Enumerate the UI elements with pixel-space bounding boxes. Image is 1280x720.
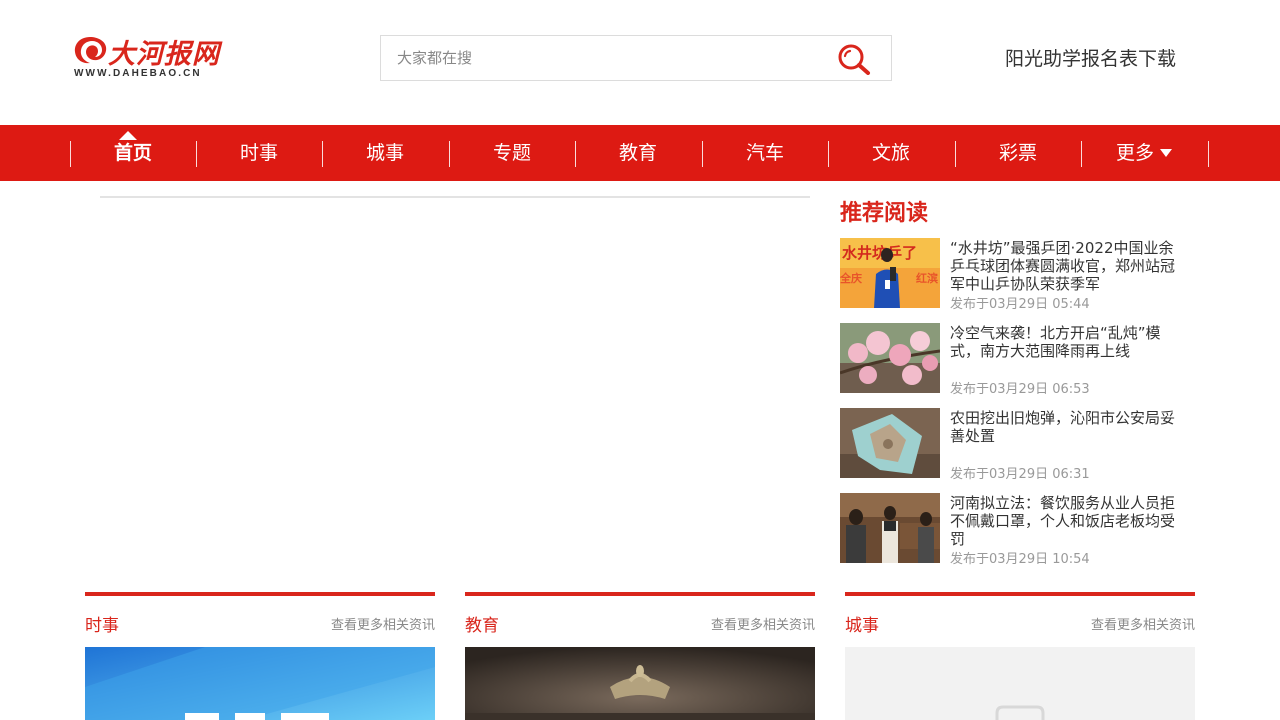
active-nav-indicator — [119, 131, 137, 140]
table-tennis-photo: 水井坊乒了 全庆 红滨 — [840, 238, 940, 308]
svg-text:全庆: 全庆 — [840, 271, 862, 285]
section-city: 城事 查看更多相关资讯 — [845, 592, 1195, 720]
section-top-bar — [845, 592, 1195, 596]
recommend-title: 推荐阅读 — [840, 201, 929, 226]
section-more-link[interactable]: 查看更多相关资讯 — [1091, 614, 1195, 633]
section-education: 教育 查看更多相关资讯 — [465, 592, 815, 720]
nav-item-culture-travel[interactable]: 文旅 — [828, 125, 954, 181]
nav-item-education[interactable]: 教育 — [575, 125, 701, 181]
content-divider — [100, 196, 810, 198]
section-lead-image[interactable] — [845, 647, 1195, 720]
recommend-item-title[interactable]: 河南拟立法：餐饮服务从业人员拒不佩戴口罩，个人和饭店老板均受罚 — [950, 494, 1182, 548]
nav-separator — [1208, 141, 1209, 167]
restaurant-staff-photo — [840, 493, 940, 563]
section-title[interactable]: 城事 — [845, 611, 879, 636]
recommend-thumbnail[interactable] — [840, 323, 940, 393]
old-shell-photo — [840, 408, 940, 478]
recommend-item-date: 发布于03月29日 06:53 — [950, 382, 1090, 397]
section-top-bar — [465, 592, 815, 596]
site-logo[interactable]: 大河报网 WWW.DAHEBAO.CN — [72, 34, 222, 82]
recommend-thumbnail[interactable] — [840, 408, 940, 478]
search-box — [380, 35, 892, 81]
svg-text:水井坊乒了: 水井坊乒了 — [842, 244, 917, 262]
main-nav: 首页 时事 城事 专题 教育 汽车 文旅 彩票 更多 — [0, 125, 1280, 181]
recommend-item[interactable]: 河南拟立法：餐饮服务从业人员拒不佩戴口罩，个人和饭店老板均受罚 发布于03月29… — [840, 493, 1185, 567]
image-placeholder — [845, 647, 1195, 720]
nav-item-topics[interactable]: 专题 — [449, 125, 575, 181]
caret-down-icon — [1160, 149, 1172, 157]
recommend-item-title[interactable]: 农田挖出旧炮弹，沁阳市公安局妥善处置 — [950, 409, 1182, 445]
recommend-thumbnail[interactable]: 水井坊乒了 全庆 红滨 — [840, 238, 940, 308]
section-top-bar — [85, 592, 435, 596]
current-affairs-photo — [85, 647, 435, 720]
cherry-blossom-photo — [840, 323, 940, 393]
recommend-item-date: 发布于03月29日 05:44 — [950, 297, 1090, 312]
section-lead-image[interactable] — [465, 647, 815, 720]
search-icon[interactable] — [837, 43, 871, 75]
nav-more-label: 更多 — [1115, 142, 1154, 164]
logo-emblem-icon — [74, 37, 107, 64]
education-photo — [465, 647, 815, 720]
recommend-item[interactable]: 水井坊乒了 全庆 红滨 “水井坊”最强乒团·2022中国业余乒乓球团体赛圆满收官… — [840, 238, 1185, 312]
recommend-item-title[interactable]: “水井坊”最强乒团·2022中国业余乒乓球团体赛圆满收官，郑州站冠军中山乒协队荣… — [950, 239, 1182, 293]
logo-text: 大河报网 — [108, 39, 220, 70]
section-current-affairs: 时事 查看更多相关资讯 — [85, 592, 435, 720]
recommend-thumbnail[interactable] — [840, 493, 940, 563]
section-more-link[interactable]: 查看更多相关资讯 — [331, 614, 435, 633]
svg-text:红滨: 红滨 — [916, 271, 938, 285]
nav-item-current-affairs[interactable]: 时事 — [196, 125, 322, 181]
section-lead-image[interactable] — [85, 647, 435, 720]
nav-item-lottery[interactable]: 彩票 — [955, 125, 1081, 181]
nav-item-more[interactable]: 更多 — [1081, 125, 1207, 181]
nav-item-auto[interactable]: 汽车 — [702, 125, 828, 181]
recommend-item-date: 发布于03月29日 10:54 — [950, 552, 1090, 567]
section-more-link[interactable]: 查看更多相关资讯 — [711, 614, 815, 633]
site-header: 大河报网 WWW.DAHEBAO.CN 阳光助学报名表下载 — [0, 0, 1280, 125]
logo-url: WWW.DAHEBAO.CN — [74, 68, 202, 79]
nav-item-city[interactable]: 城事 — [322, 125, 448, 181]
search-input[interactable] — [381, 36, 821, 80]
sunshine-aid-download-link[interactable]: 阳光助学报名表下载 — [1005, 44, 1176, 71]
recommend-item[interactable]: 农田挖出旧炮弹，沁阳市公安局妥善处置 发布于03月29日 06:31 — [840, 408, 1185, 482]
recommend-item-title[interactable]: 冷空气来袭！北方开启“乱炖”模式，南方大范围降雨再上线 — [950, 324, 1182, 360]
recommend-item[interactable]: 冷空气来袭！北方开启“乱炖”模式，南方大范围降雨再上线 发布于03月29日 06… — [840, 323, 1185, 397]
section-title[interactable]: 教育 — [465, 611, 499, 636]
recommend-item-date: 发布于03月29日 06:31 — [950, 467, 1090, 482]
section-title[interactable]: 时事 — [85, 611, 119, 636]
